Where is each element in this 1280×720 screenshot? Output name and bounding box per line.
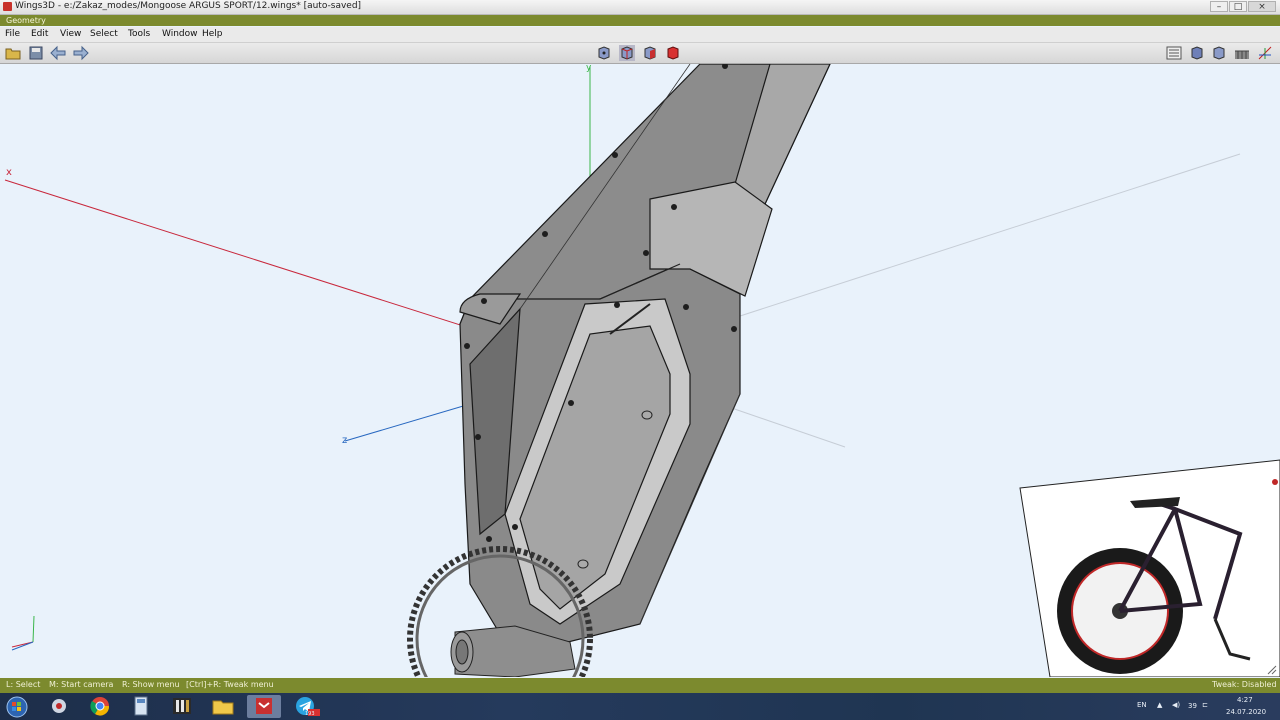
shaded-view-icon[interactable] xyxy=(1189,45,1205,61)
undo-arrow-icon[interactable] xyxy=(50,45,66,61)
vertex-mode-icon[interactable] xyxy=(596,45,612,61)
chrome-icon[interactable] xyxy=(83,695,117,718)
agent-app-icon[interactable] xyxy=(42,695,76,718)
status-hint-camera: M: Start camera xyxy=(49,680,114,689)
maximize-button[interactable]: □ xyxy=(1229,1,1247,12)
title-bar: Wings3D - e:/Zakaz_modes/Mongoose ARGUS … xyxy=(0,0,1280,15)
menu-help[interactable]: Help xyxy=(202,29,223,39)
network-icon[interactable]: ⊏ xyxy=(1202,701,1208,709)
menu-bar: File Edit View Select Tools Window Help xyxy=(0,27,1280,43)
video-app-icon[interactable] xyxy=(165,695,199,718)
minimize-button[interactable]: – xyxy=(1210,1,1228,12)
z-axis-line xyxy=(344,403,471,442)
outliner-icon[interactable] xyxy=(1166,45,1182,61)
calculator-icon[interactable] xyxy=(124,695,158,718)
body-mode-icon[interactable] xyxy=(665,45,681,61)
geometry-viewport[interactable]: x y z xyxy=(0,64,1280,677)
toolbar xyxy=(0,43,1280,64)
taskbar: 193 EN ▲ ◀) 39 ⊏ 4:27 24.07.2020 xyxy=(0,693,1280,720)
tweak-status: Tweak: Disabled xyxy=(1212,680,1277,689)
x-axis-label: x xyxy=(6,167,12,178)
tray-expand-icon[interactable]: ▲ xyxy=(1157,701,1162,709)
wireframe-icon[interactable] xyxy=(1234,45,1250,61)
smooth-preview-icon[interactable] xyxy=(1211,45,1227,61)
menu-tools[interactable]: Tools xyxy=(128,29,150,39)
menu-window[interactable]: Window xyxy=(162,29,198,39)
menu-view[interactable]: View xyxy=(60,29,81,39)
temperature-indicator: 39 xyxy=(1188,702,1197,710)
clock-time[interactable]: 4:27 xyxy=(1237,696,1253,704)
menu-file[interactable]: File xyxy=(5,29,20,39)
wings3d-app-icon xyxy=(3,2,12,11)
menu-edit[interactable]: Edit xyxy=(31,29,48,39)
clock-date[interactable]: 24.07.2020 xyxy=(1226,708,1266,716)
status-hint-select: L: Select xyxy=(6,680,41,689)
grid-line xyxy=(699,153,1241,330)
menu-select[interactable]: Select xyxy=(90,29,118,39)
face-mode-icon[interactable] xyxy=(642,45,658,61)
window-title: Wings3D - e:/Zakaz_modes/Mongoose ARGUS … xyxy=(15,1,362,11)
reference-bike-image xyxy=(1019,459,1280,677)
status-hint-menu: R: Show menu xyxy=(122,680,180,689)
close-button[interactable]: × xyxy=(1248,1,1276,12)
geometry-window-bar: Geometry xyxy=(0,15,1280,26)
start-button[interactable] xyxy=(2,695,32,718)
volume-icon[interactable]: ◀) xyxy=(1172,701,1180,709)
status-hint-tweak: [Ctrl]+R: Tweak menu xyxy=(186,680,274,689)
axes-icon[interactable] xyxy=(1257,45,1273,61)
wings3d-taskbar-icon[interactable] xyxy=(247,695,281,718)
y-axis-label: y xyxy=(586,64,592,73)
file-explorer-icon[interactable] xyxy=(206,695,240,718)
redo-arrow-icon[interactable] xyxy=(73,45,89,61)
status-bar: L: Select M: Start camera R: Show menu [… xyxy=(0,678,1280,693)
telegram-badge: 193 xyxy=(305,711,315,717)
geometry-label: Geometry xyxy=(6,16,46,25)
open-folder-icon[interactable] xyxy=(5,45,21,61)
z-axis-label: z xyxy=(342,435,347,446)
edge-mode-icon[interactable] xyxy=(619,45,635,61)
save-icon[interactable] xyxy=(28,45,44,61)
axis-gizmo xyxy=(11,615,35,651)
language-indicator[interactable]: EN xyxy=(1137,701,1147,709)
grid-line xyxy=(719,403,846,448)
